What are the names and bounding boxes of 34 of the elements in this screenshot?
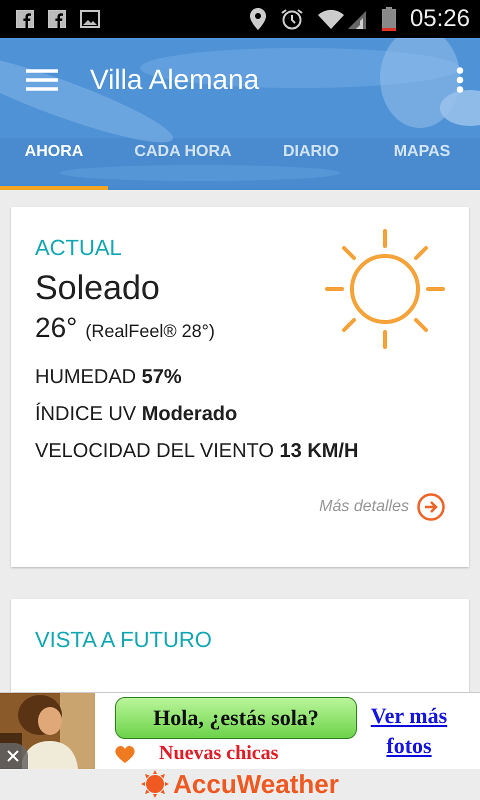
tab[interactable]: DIARIO — [258, 122, 364, 190]
tab[interactable]: AHORA — [0, 122, 108, 190]
battery-icon — [382, 7, 396, 31]
ad-banner[interactable]: Hola, ¿estás sola? Nuevas chicas Ver más fotos — [0, 692, 480, 769]
ad-link[interactable]: Ver más fotos — [357, 701, 461, 769]
clock-time: 05:26 — [410, 5, 470, 33]
alarm-clock-icon — [280, 8, 304, 30]
heart-icon — [113, 743, 137, 765]
sun-logo-icon — [141, 770, 170, 798]
realfeel-temperature: (RealFeel® 28°) — [85, 321, 215, 342]
location-title: Villa Alemana — [90, 64, 260, 96]
image-icon — [80, 10, 100, 28]
brand-logo-text: AccuWeather — [173, 768, 339, 800]
overflow-menu-icon[interactable] — [456, 67, 464, 93]
ad-tagline: Nuevas chicas — [159, 742, 278, 765]
sun-icon — [325, 229, 445, 349]
weather-detail: HUMEDAD 57% — [35, 366, 182, 389]
weather-detail: ÍNDICE UV Moderado — [35, 403, 238, 426]
section-heading: VISTA A FUTURO — [35, 627, 212, 653]
tab[interactable]: MAPAS — [364, 122, 480, 190]
more-details-link[interactable]: Más detalles — [319, 498, 409, 516]
arrow-right-icon[interactable] — [417, 493, 445, 521]
signal-icon — [318, 8, 368, 30]
facebook-icon — [16, 10, 34, 28]
temperature: 26° — [35, 312, 78, 344]
close-icon[interactable] — [0, 743, 28, 769]
speech-bubble: Hola, ¿estás sola? — [115, 697, 357, 739]
facebook-icon — [48, 10, 66, 28]
menu-icon[interactable] — [26, 69, 58, 91]
tab[interactable]: CADA HORA — [108, 122, 258, 190]
section-heading: ACTUAL — [35, 235, 122, 261]
location-pin-icon — [250, 8, 266, 30]
weather-detail: VELOCIDAD DEL VIENTO 13 KM/H — [35, 440, 358, 463]
weather-condition: Soleado — [35, 269, 160, 308]
